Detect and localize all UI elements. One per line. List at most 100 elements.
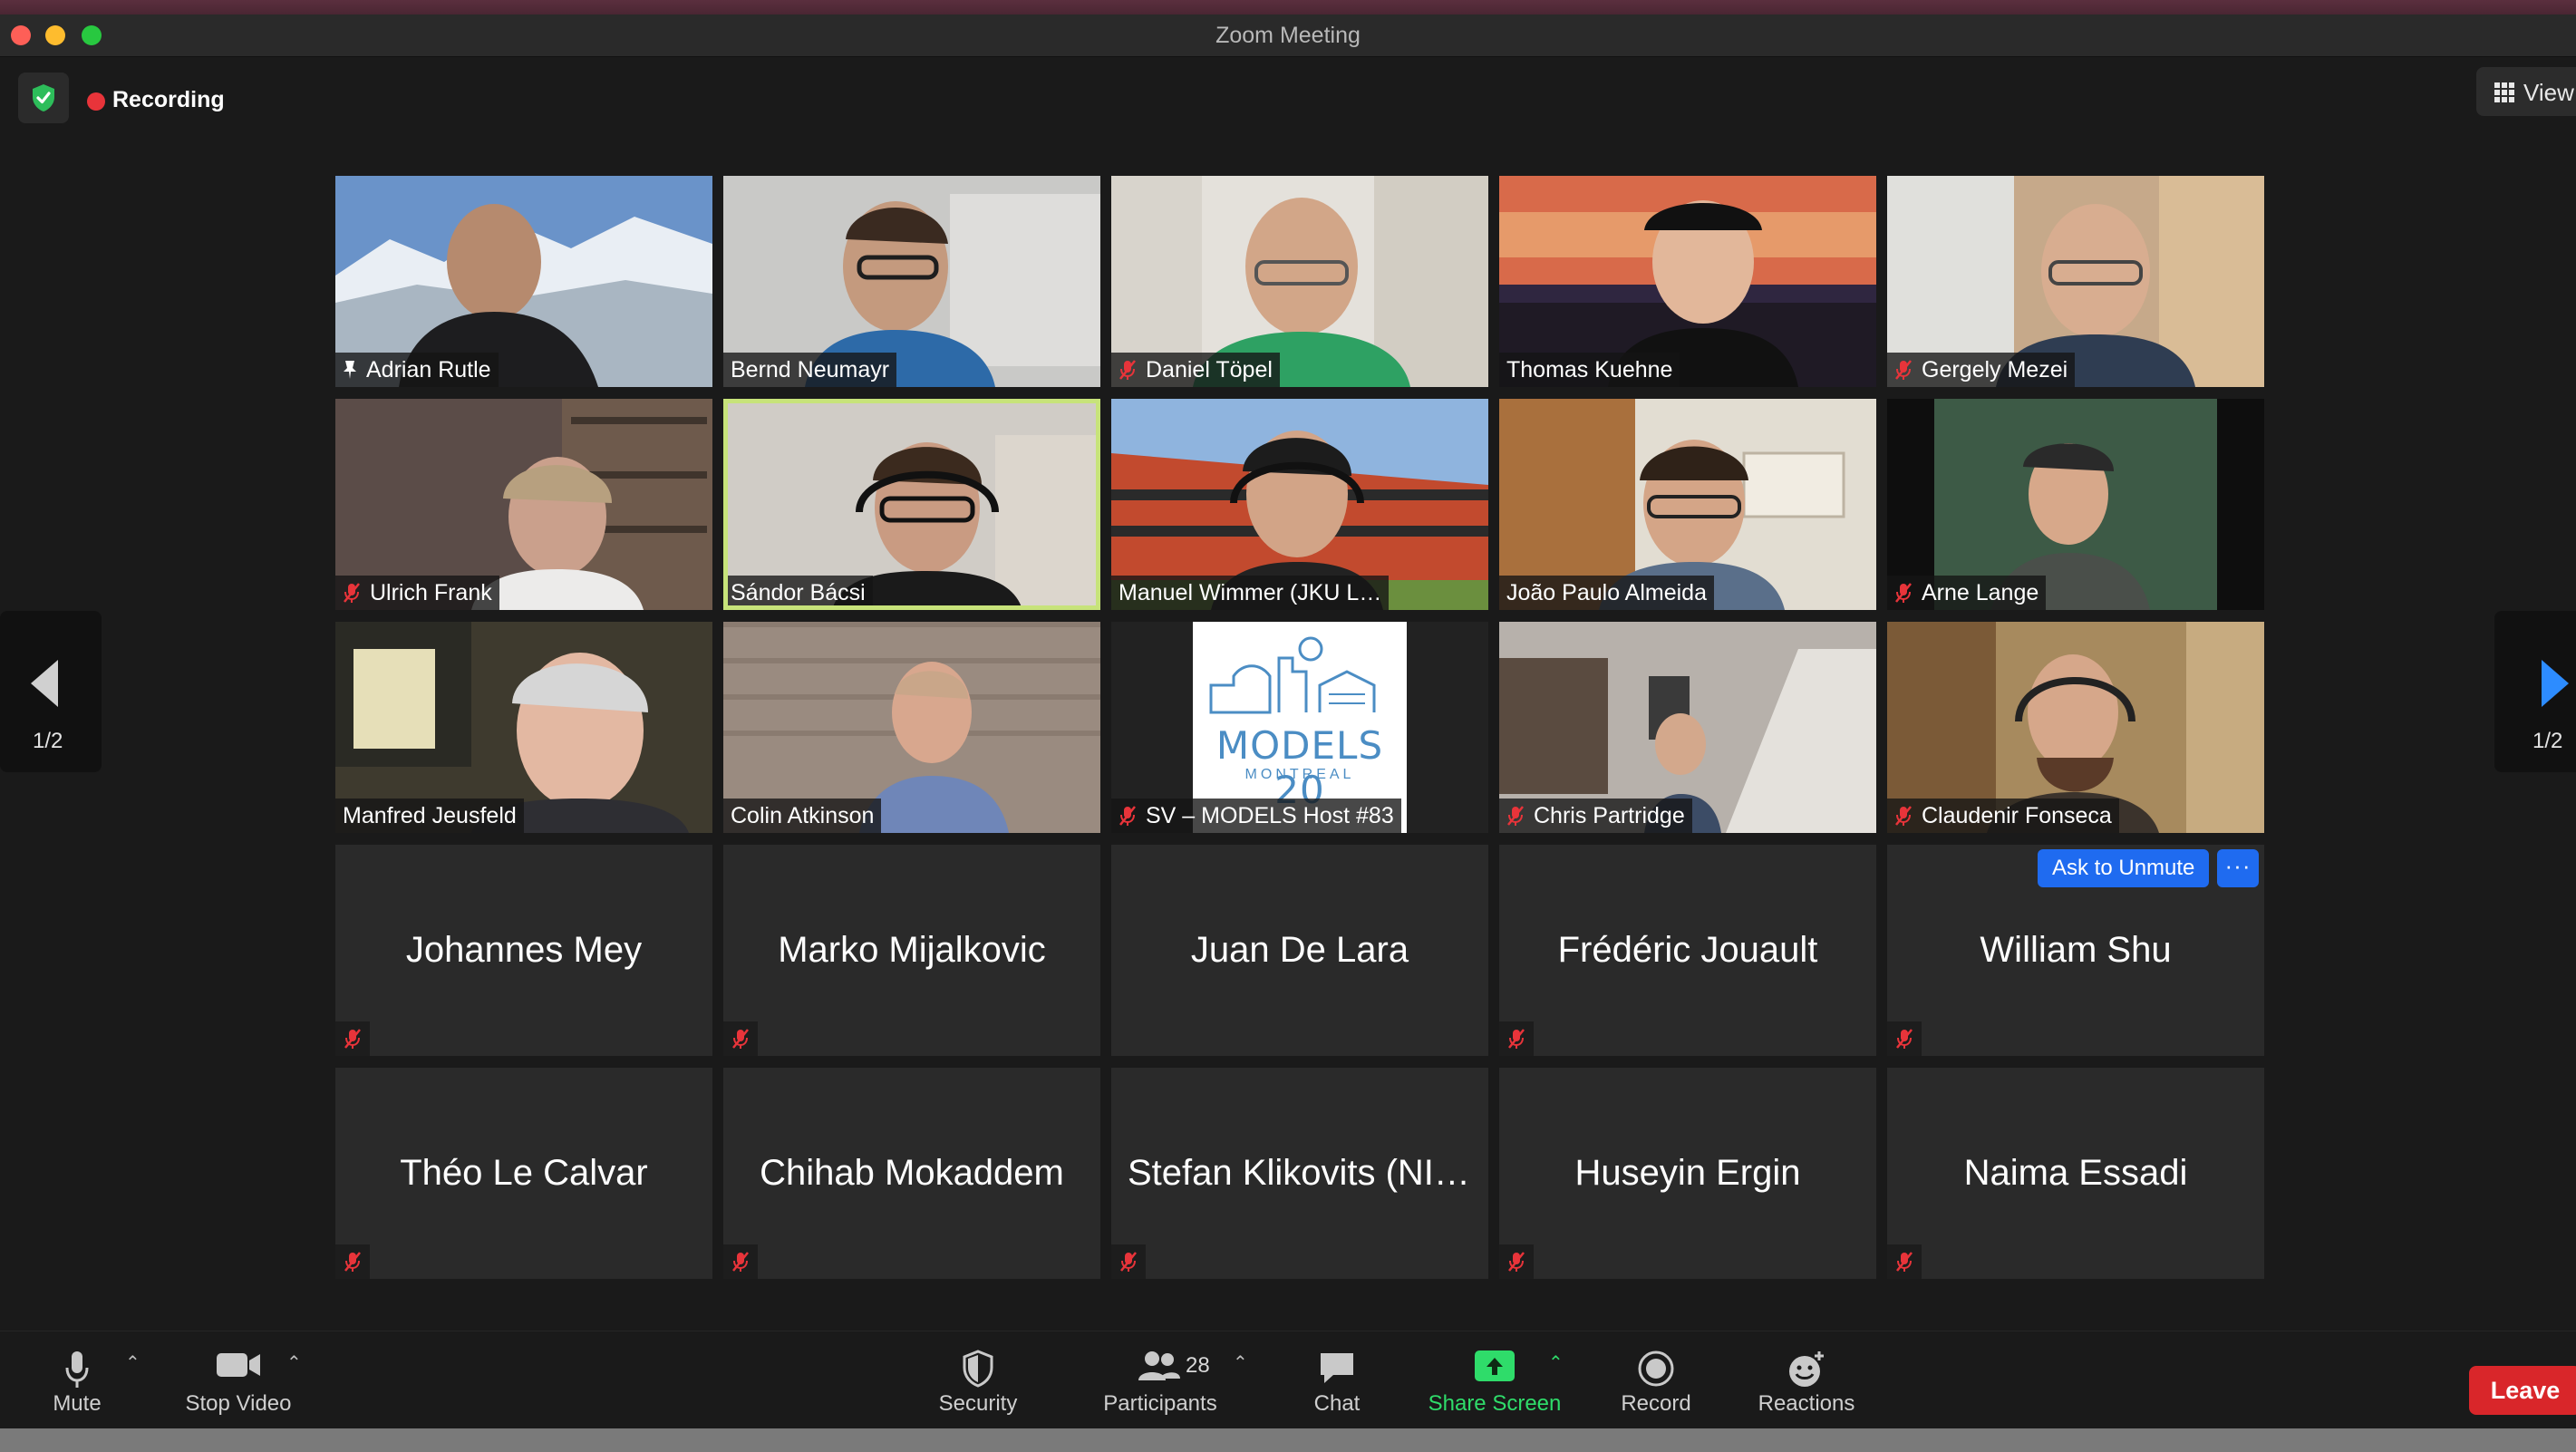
participant-name: Naima Essadi	[1963, 1153, 2188, 1193]
mic-muted-icon	[1895, 583, 1912, 603]
participant-name-tag: Gergely Mezei	[1887, 353, 2076, 387]
participant-name: Chihab Mokaddem	[760, 1153, 1064, 1193]
name-tile[interactable]: Ask to Unmute ··· William Shu	[1887, 845, 2264, 1056]
security-label: Security	[938, 1391, 1018, 1416]
mic-muted-indicator	[335, 1244, 370, 1279]
mic-muted-icon	[1120, 1252, 1137, 1272]
participant-name-tag: Colin Atkinson	[723, 799, 882, 833]
participant-name: Ulrich Frank	[370, 580, 492, 605]
participant-name: SV – MODELS Host #83	[1146, 803, 1394, 828]
video-tile-active-speaker[interactable]: Sándor Bácsi	[723, 399, 1100, 610]
mic-muted-indicator	[1499, 1021, 1534, 1056]
participants-button[interactable]: 28 Participants	[1103, 1331, 1217, 1428]
window-title: Zoom Meeting	[1215, 23, 1361, 48]
mic-muted-indicator	[723, 1021, 758, 1056]
leave-meeting-button[interactable]: Leave	[2469, 1366, 2576, 1415]
participant-name: Manuel Wimmer (JKU L…	[1119, 580, 1382, 605]
video-tile[interactable]: Manfred Jeusfeld	[335, 622, 712, 833]
mic-muted-icon	[1119, 806, 1136, 826]
participant-name: Adrian Rutle	[366, 357, 491, 382]
reactions-label: Reactions	[1758, 1391, 1855, 1416]
participant-name: Marko Mijalkovic	[778, 930, 1046, 970]
record-icon	[1638, 1350, 1674, 1387]
video-tile[interactable]: Manuel Wimmer (JKU L…	[1111, 399, 1488, 610]
name-tile[interactable]: Johannes Mey	[335, 845, 712, 1056]
name-tile[interactable]: Huseyin Ergin	[1499, 1068, 1876, 1279]
encryption-shield-button[interactable]	[18, 73, 69, 123]
participant-name-tag: Chris Partridge	[1499, 799, 1692, 833]
mic-muted-indicator	[335, 1021, 370, 1056]
record-button[interactable]: Record	[1621, 1331, 1691, 1428]
mic-muted-indicator	[1887, 1021, 1922, 1056]
reactions-button[interactable]: Reactions	[1758, 1331, 1855, 1428]
participant-name: Colin Atkinson	[731, 803, 875, 828]
name-tile[interactable]: Chihab Mokaddem	[723, 1068, 1100, 1279]
montreal-skyline-icon	[1209, 636, 1376, 714]
view-label: View	[2523, 79, 2574, 106]
video-tile[interactable]: Adrian Rutle	[335, 176, 712, 387]
microphone-icon	[65, 1351, 89, 1388]
name-tile[interactable]: Frédéric Jouault	[1499, 845, 1876, 1056]
meeting-toolbar: Mute ⌃ Stop Video ⌃ Security 28 Particip…	[0, 1331, 2576, 1428]
video-tile[interactable]: Thomas Kuehne	[1499, 176, 1876, 387]
participant-name-tag: Sándor Bácsi	[723, 576, 873, 610]
view-button[interactable]: View	[2476, 67, 2576, 116]
name-tile[interactable]: Théo Le Calvar	[335, 1068, 712, 1279]
name-tile[interactable]: Marko Mijalkovic	[723, 845, 1100, 1056]
share-screen-label: Share Screen	[1428, 1391, 1562, 1416]
video-tile[interactable]: João Paulo Almeida	[1499, 399, 1876, 610]
video-options-caret[interactable]: ⌃	[286, 1351, 302, 1374]
video-tile[interactable]: MODELS 20 MONTREAL SV – MODELS Host #83	[1111, 622, 1488, 833]
record-label: Record	[1621, 1391, 1691, 1416]
name-tile[interactable]: Juan De Lara	[1111, 845, 1488, 1056]
chat-button[interactable]: Chat	[1305, 1331, 1369, 1428]
video-tile[interactable]: Bernd Neumayr	[723, 176, 1100, 387]
next-page-button[interactable]: 1/2	[2494, 611, 2576, 772]
mute-button[interactable]: Mute	[45, 1331, 109, 1428]
participants-count: 28	[1186, 1353, 1210, 1378]
mic-muted-icon	[344, 583, 360, 603]
participant-name-tag: Bernd Neumayr	[723, 353, 897, 387]
previous-page-button[interactable]: 1/2	[0, 611, 102, 772]
participant-name: Juan De Lara	[1190, 930, 1409, 970]
mic-muted-icon	[1896, 1252, 1913, 1272]
mic-muted-icon	[1896, 1029, 1913, 1049]
chat-bubble-icon	[1321, 1353, 1353, 1383]
video-tile[interactable]: Gergely Mezei	[1887, 176, 2264, 387]
video-tile[interactable]: Arne Lange	[1887, 399, 2264, 610]
security-button[interactable]: Security	[939, 1331, 1017, 1428]
name-tile[interactable]: Stefan Klikovits (NII,…	[1111, 1068, 1488, 1279]
participant-name: Bernd Neumayr	[731, 357, 890, 382]
participant-name-tag: SV – MODELS Host #83	[1111, 799, 1401, 833]
participant-name-tag: Thomas Kuehne	[1499, 353, 1680, 387]
video-tile[interactable]: Ulrich Frank	[335, 399, 712, 610]
share-screen-icon	[1475, 1350, 1515, 1381]
mic-muted-icon	[732, 1252, 749, 1272]
video-tile[interactable]: Daniel Töpel	[1111, 176, 1488, 387]
participants-options-caret[interactable]: ⌃	[1233, 1351, 1248, 1374]
video-tile[interactable]: Claudenir Fonseca	[1887, 622, 2264, 833]
video-tile[interactable]: Chris Partridge	[1499, 622, 1876, 833]
share-screen-button[interactable]: Share Screen	[1428, 1331, 1561, 1428]
mic-muted-indicator	[1111, 1244, 1146, 1279]
gallery-grid: Adrian Rutle Bernd Neumayr Daniel Töpel …	[335, 176, 2264, 1296]
participant-name-tag: João Paulo Almeida	[1499, 576, 1714, 610]
participant-name: William Shu	[1980, 930, 2172, 970]
stop-video-button[interactable]: Stop Video	[186, 1331, 292, 1428]
audio-options-caret[interactable]: ⌃	[125, 1351, 140, 1374]
participants-icon	[1138, 1351, 1180, 1380]
participants-label: Participants	[1103, 1391, 1217, 1416]
pin-icon	[344, 361, 356, 379]
video-tile[interactable]: Colin Atkinson	[723, 622, 1100, 833]
share-options-caret[interactable]: ⌃	[1548, 1351, 1564, 1374]
mic-muted-icon	[344, 1029, 361, 1049]
reactions-smiley-icon	[1789, 1351, 1824, 1387]
title-bar: Zoom Meeting	[0, 15, 2576, 57]
mic-muted-icon	[344, 1252, 361, 1272]
models-logo-subtitle: MONTREAL	[1244, 767, 1355, 782]
mic-muted-icon	[1119, 360, 1136, 380]
participant-name: Manfred Jeusfeld	[343, 803, 517, 828]
participant-name: João Paulo Almeida	[1506, 580, 1707, 605]
name-tile[interactable]: Naima Essadi	[1887, 1068, 2264, 1279]
mic-muted-indicator	[723, 1244, 758, 1279]
